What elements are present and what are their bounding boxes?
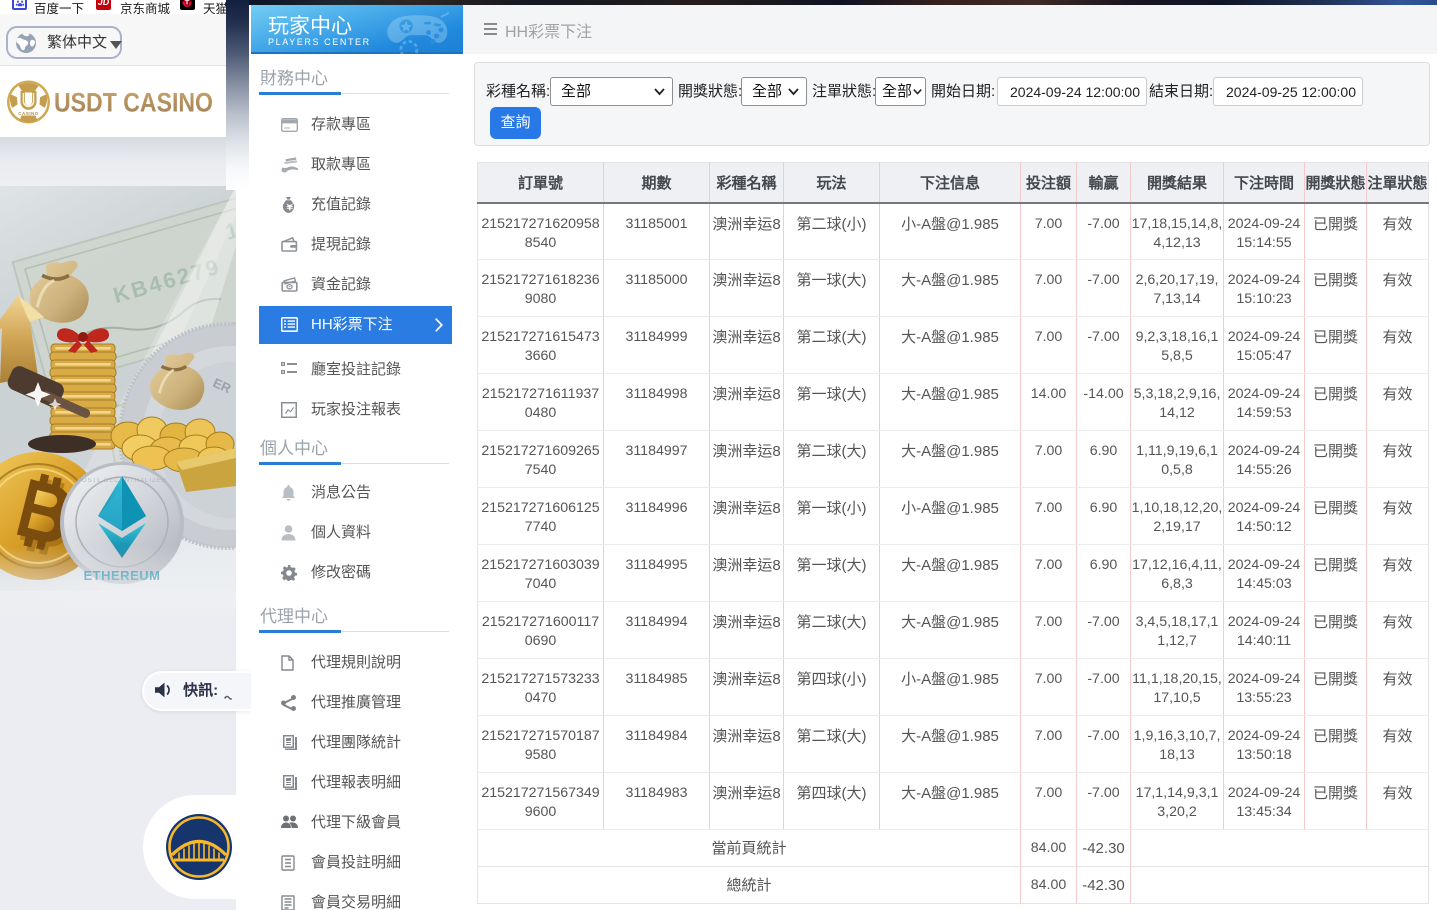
svg-text:CASINO: CASINO — [18, 111, 39, 116]
svg-text:USDT CASINO: USDT CASINO — [54, 88, 213, 118]
